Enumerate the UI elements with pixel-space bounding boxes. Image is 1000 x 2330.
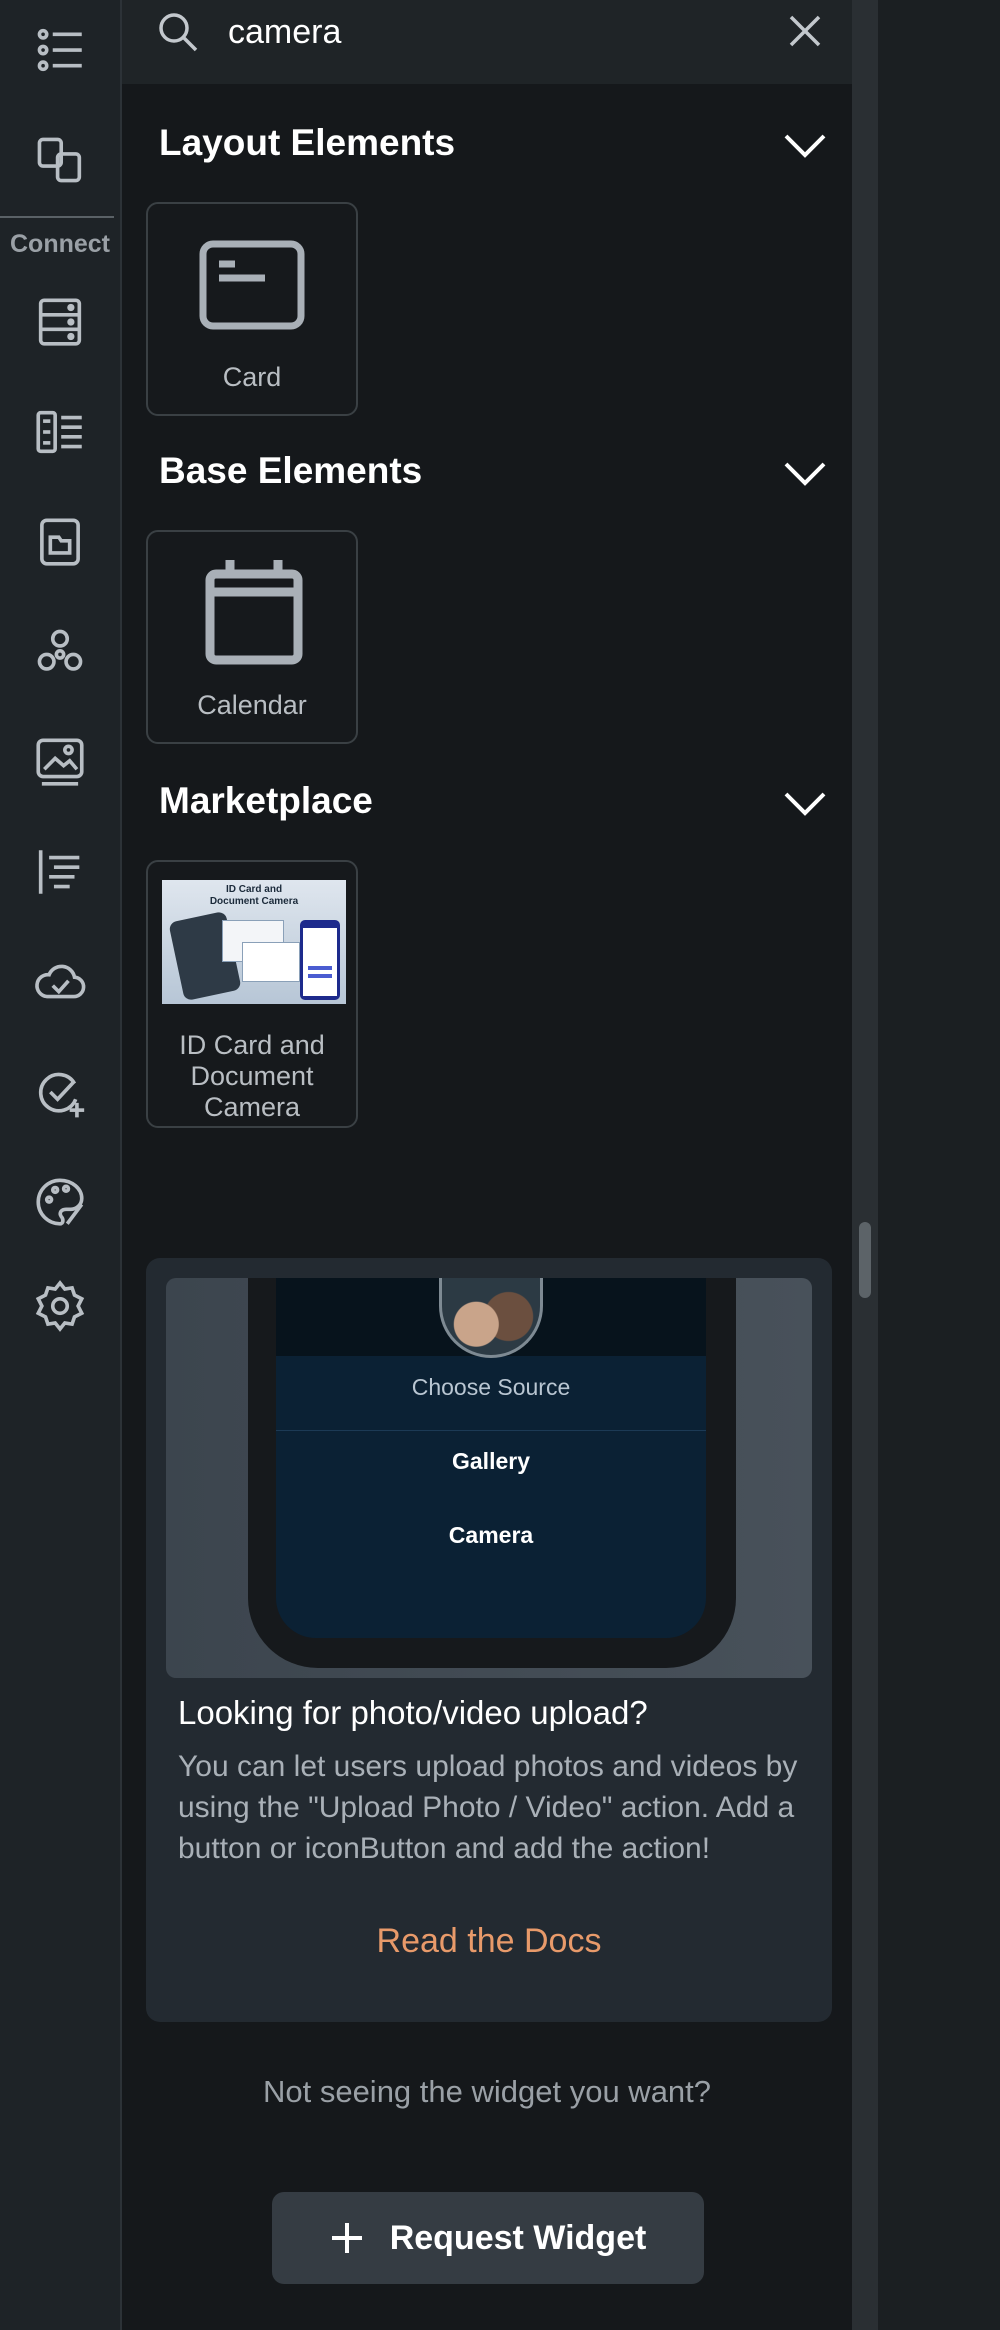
info-card-body: You can let users upload photos and vide… bbox=[178, 1750, 798, 1865]
not-seeing-prompt: Not seeing the widget you want? bbox=[262, 2074, 712, 2109]
widget-tile-label: Calendar bbox=[197, 690, 307, 720]
left-nav-rail: Connect bbox=[0, 0, 122, 2330]
sheet-option-camera: Camera bbox=[448, 1522, 534, 1548]
canvas-area bbox=[878, 0, 1000, 2330]
scrollbar-track[interactable] bbox=[852, 0, 878, 2330]
database-icon[interactable] bbox=[0, 282, 120, 362]
cloud-check-icon[interactable] bbox=[0, 942, 120, 1022]
task-add-icon[interactable] bbox=[0, 1052, 120, 1132]
photo-upload-info-card: Choose Source Gallery Camera Looking for… bbox=[146, 1258, 832, 2022]
request-widget-label: Request Widget bbox=[389, 2218, 647, 2257]
settings-gear-icon[interactable] bbox=[0, 1266, 120, 1346]
search-icon bbox=[159, 13, 198, 52]
search-input[interactable]: camera bbox=[228, 10, 341, 54]
data-list-icon[interactable] bbox=[0, 392, 120, 472]
connect-label: Connect bbox=[10, 230, 110, 258]
widget-tile-id-card-camera[interactable]: ID Card and Document Camera ID Card and … bbox=[146, 860, 358, 1128]
plus-icon bbox=[331, 2223, 362, 2253]
info-card-title: Looking for photo/video upload? bbox=[178, 1694, 648, 1731]
widget-tree-icon[interactable] bbox=[0, 10, 120, 90]
search-bar[interactable]: camera bbox=[122, 0, 852, 84]
widget-tile-card[interactable]: Card bbox=[146, 202, 358, 416]
chevron-down-icon[interactable] bbox=[782, 122, 828, 168]
phone-preview-image: Choose Source Gallery Camera bbox=[166, 1278, 812, 1678]
chevron-down-icon[interactable] bbox=[782, 450, 828, 496]
phone-screen: Choose Source Gallery Camera bbox=[276, 1278, 706, 1638]
calendar-icon bbox=[205, 560, 303, 665]
sheet-title: Choose Source bbox=[411, 1374, 571, 1400]
section-title-base: Base Elements bbox=[159, 450, 423, 491]
media-icon[interactable] bbox=[0, 722, 120, 802]
theme-palette-icon[interactable] bbox=[0, 1162, 120, 1242]
section-title-layout: Layout Elements bbox=[159, 122, 456, 163]
text-styles-icon[interactable] bbox=[0, 832, 120, 912]
widget-tile-label: ID Card and Document Camera bbox=[179, 1030, 325, 1122]
widget-tile-label: Card bbox=[222, 362, 282, 392]
integrations-icon[interactable] bbox=[0, 612, 120, 692]
card-icon bbox=[199, 240, 305, 330]
rail-divider bbox=[0, 216, 114, 218]
chevron-down-icon[interactable] bbox=[782, 780, 828, 826]
marketplace-thumbnail: ID Card and Document Camera bbox=[162, 880, 346, 1004]
thumbnail-title: ID Card and Document Camera bbox=[209, 884, 299, 907]
widget-tile-calendar[interactable]: Calendar bbox=[146, 530, 358, 744]
request-widget-button[interactable]: Request Widget bbox=[272, 2192, 704, 2284]
device-preview-icon[interactable] bbox=[0, 120, 120, 200]
folder-icon[interactable] bbox=[0, 502, 120, 582]
widget-panel: camera Layout Elements Card Base Element… bbox=[122, 0, 852, 2330]
sheet-option-gallery: Gallery bbox=[452, 1448, 530, 1474]
scrollbar-thumb[interactable] bbox=[859, 1222, 871, 1298]
read-docs-link[interactable]: Read the Docs bbox=[146, 1922, 832, 1961]
section-title-marketplace: Marketplace bbox=[159, 780, 373, 821]
close-icon[interactable] bbox=[786, 12, 824, 50]
